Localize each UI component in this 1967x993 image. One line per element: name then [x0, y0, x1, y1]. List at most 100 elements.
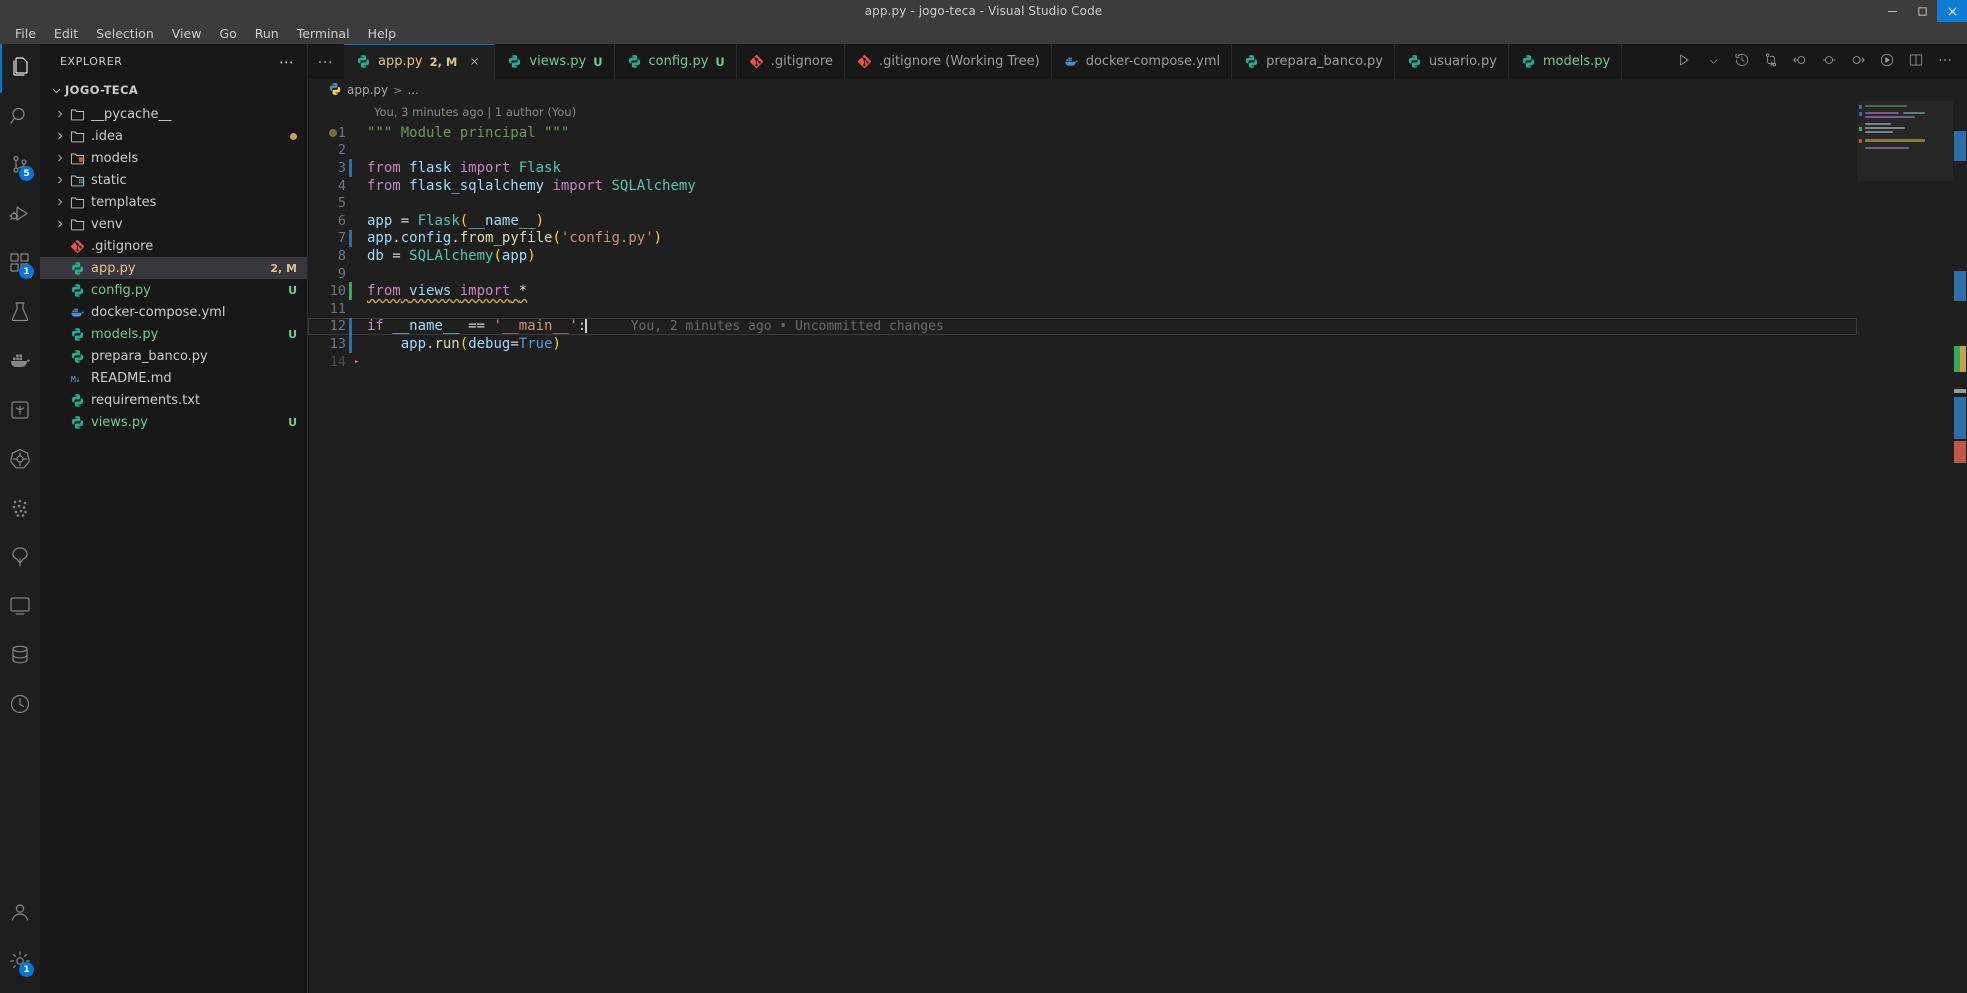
- code-line[interactable]: 7 app.config.from_pyfile('config.py'): [308, 229, 1857, 248]
- activity-bar-bottom[interactable]: 1: [0, 889, 40, 993]
- code-line[interactable]: 1 """ Module principal """: [308, 124, 1857, 142]
- activity-bar[interactable]: 51 1: [0, 44, 40, 993]
- minimize-button[interactable]: [1877, 0, 1907, 22]
- action-run-and-debug[interactable]: [1873, 44, 1901, 79]
- code-line[interactable]: 5: [308, 194, 1857, 212]
- chevron-right-icon[interactable]: [52, 109, 68, 119]
- activity-dependency-analytics[interactable]: [0, 485, 40, 534]
- tree-item-views-py[interactable]: views.py U: [40, 411, 307, 433]
- code-editor[interactable]: You, 3 minutes ago | 1 author (You) 1 """…: [308, 101, 1967, 993]
- menu-terminal[interactable]: Terminal: [288, 24, 359, 43]
- tree-item-prepara-banco-py[interactable]: prepara_banco.py: [40, 345, 307, 367]
- menu-file[interactable]: File: [6, 24, 45, 43]
- activity-kubernetes[interactable]: [0, 436, 40, 485]
- activity-todo-tree[interactable]: [0, 681, 40, 730]
- tree-item-models[interactable]: models: [40, 147, 307, 169]
- tree-item-static[interactable]: static: [40, 169, 307, 191]
- menu-help[interactable]: Help: [359, 24, 406, 43]
- tab--gitignore-working-tree-[interactable]: .gitignore (Working Tree): [844, 44, 1052, 79]
- tab-views-py[interactable]: views.py U: [495, 44, 615, 79]
- tree-item-templates[interactable]: templates: [40, 191, 307, 213]
- code-line[interactable]: 12 if __name__ == '__main__': You, 2 minut…: [308, 317, 1857, 336]
- activity-settings[interactable]: 1: [0, 938, 40, 987]
- action-current-change[interactable]: [1815, 44, 1843, 79]
- activity-terraform[interactable]: [0, 387, 40, 436]
- file-tree[interactable]: __pycache__ .idea models static templates ven…: [40, 101, 307, 433]
- code-line[interactable]: 4 from flask_sqlalchemy import SQLAlchemy: [308, 177, 1857, 195]
- action-split-editor[interactable]: [1902, 44, 1930, 79]
- tree-item-app-py[interactable]: app.py 2, M: [40, 257, 307, 279]
- tab-overflow-icon[interactable]: ⋯: [308, 44, 344, 79]
- tab-docker-compose-yml[interactable]: docker-compose.yml: [1051, 44, 1233, 79]
- tree-item-requirements-txt[interactable]: requirements.txt: [40, 389, 307, 411]
- code-line[interactable]: 3 from flask import Flask: [308, 159, 1857, 177]
- code-lines[interactable]: 1 """ Module principal """ 2 3 from flask im…: [308, 124, 1857, 370]
- explorer-more-actions-icon[interactable]: ⋯: [275, 53, 299, 71]
- chevron-right-icon[interactable]: [52, 197, 68, 207]
- activity-extensions[interactable]: 1: [0, 240, 40, 289]
- tree-item--pycache-[interactable]: __pycache__: [40, 103, 307, 125]
- menu-go[interactable]: Go: [210, 24, 245, 43]
- tree-item-venv[interactable]: venv: [40, 213, 307, 235]
- action-timeline-history[interactable]: [1728, 44, 1756, 79]
- code-content[interactable]: You, 3 minutes ago | 1 author (You) 1 """…: [308, 101, 1857, 993]
- tab-models-py[interactable]: models.py: [1508, 44, 1623, 79]
- tab-usuario-py[interactable]: usuario.py: [1394, 44, 1509, 79]
- workspace-root-row[interactable]: JOGO-TECA: [40, 79, 307, 101]
- activity-source-control[interactable]: 5: [0, 142, 40, 191]
- tree-item--idea[interactable]: .idea: [40, 125, 307, 147]
- activity-explorer[interactable]: [0, 44, 40, 93]
- menu-run[interactable]: Run: [246, 24, 288, 43]
- activity-project-manager[interactable]: [0, 534, 40, 583]
- action-next-change[interactable]: [1844, 44, 1872, 79]
- code-line[interactable]: 8 db = SQLAlchemy(app): [308, 247, 1857, 265]
- action-previous-change[interactable]: [1786, 44, 1814, 79]
- breadcrumb-file[interactable]: app.py: [347, 83, 388, 97]
- activity-remote-explorer[interactable]: [0, 583, 40, 632]
- tab-list[interactable]: app.py 2, M views.py Uconfig.py U .gitignore.…: [344, 44, 1623, 79]
- activity-docker[interactable]: [0, 338, 40, 387]
- menu-selection[interactable]: Selection: [87, 24, 163, 43]
- code-line[interactable]: 10 from views import *: [308, 282, 1857, 300]
- activity-search[interactable]: [0, 93, 40, 142]
- tree-item-readme-md[interactable]: M↓ README.md: [40, 367, 307, 389]
- action-compare-changes[interactable]: [1757, 44, 1785, 79]
- maximize-button[interactable]: [1907, 0, 1937, 22]
- tab-prepara-banco-py[interactable]: prepara_banco.py: [1232, 44, 1395, 79]
- action-run-python-file[interactable]: [1670, 44, 1698, 79]
- breadcrumb-rest[interactable]: ...: [407, 83, 418, 97]
- code-line[interactable]: 9: [308, 265, 1857, 283]
- menubar[interactable]: File Edit Selection View Go Run Terminal Help: [0, 22, 1967, 44]
- code-line[interactable]: 6 app = Flask(__name__): [308, 212, 1857, 230]
- tree-item-config-py[interactable]: config.py U: [40, 279, 307, 301]
- code-line[interactable]: 2: [308, 142, 1857, 160]
- menu-view[interactable]: View: [163, 24, 211, 43]
- activity-bar-top[interactable]: 51: [0, 44, 40, 730]
- tree-item-docker-compose-yml[interactable]: docker-compose.yml: [40, 301, 307, 323]
- chevron-right-icon[interactable]: [52, 175, 68, 185]
- chevron-right-icon[interactable]: [52, 131, 68, 141]
- code-line[interactable]: 13 app.run(debug=True): [308, 335, 1857, 353]
- chevron-right-icon[interactable]: [52, 153, 68, 163]
- tab--gitignore[interactable]: .gitignore: [736, 44, 845, 79]
- activity-testing[interactable]: [0, 289, 40, 338]
- activity-accounts[interactable]: [0, 889, 40, 938]
- tree-item--gitignore[interactable]: .gitignore: [40, 235, 307, 257]
- breadcrumb[interactable]: app.py > ...: [308, 79, 1967, 101]
- tab-config-py[interactable]: config.py U: [614, 44, 737, 79]
- menu-edit[interactable]: Edit: [45, 24, 87, 43]
- activity-run-debug[interactable]: [0, 191, 40, 240]
- editor-actions[interactable]: [1670, 44, 1967, 79]
- minimap[interactable]: [1857, 101, 1953, 993]
- action-run-options-dropdown[interactable]: [1699, 44, 1727, 79]
- tree-item-models-py[interactable]: models.py U: [40, 323, 307, 345]
- breakpoint-hint[interactable]: [329, 128, 337, 137]
- action-more-actions[interactable]: [1931, 44, 1959, 79]
- chevron-right-icon[interactable]: [52, 219, 68, 229]
- code-line[interactable]: 11: [308, 300, 1857, 318]
- code-line[interactable]: ▸ 14: [308, 353, 1857, 371]
- editor-tabbar[interactable]: ⋯ app.py 2, M views.py Uconfig.py U .gitignor…: [308, 44, 1967, 79]
- activity-database[interactable]: [0, 632, 40, 681]
- overview-ruler[interactable]: [1953, 101, 1967, 993]
- tab-close-icon[interactable]: [465, 53, 483, 71]
